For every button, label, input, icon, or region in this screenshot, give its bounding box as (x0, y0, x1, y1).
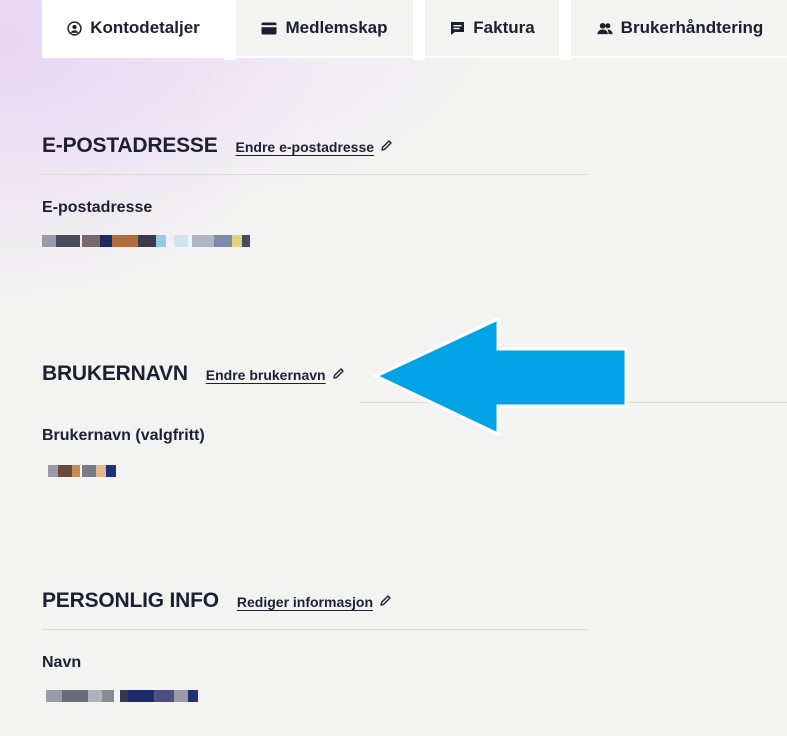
pencil-icon (374, 139, 393, 155)
tab-label: Kontodetaljer (90, 18, 200, 37)
arrow-annotation (372, 316, 628, 437)
change-username-label: Endre brukernavn (205, 367, 326, 383)
tab-label: Medlemskap (285, 18, 388, 37)
tab-kontodetaljer[interactable]: Kontodetaljer (42, 0, 224, 58)
users-icon (597, 20, 613, 36)
receipt-icon (449, 20, 465, 36)
change-email-label: Endre e-postadresse (235, 139, 375, 155)
tab-divider (224, 0, 236, 60)
personal-info-section: PERSONLIG INFO Rediger informasjon Navn (42, 589, 588, 702)
pencil-icon (373, 594, 392, 610)
redacted-email-value (42, 235, 588, 247)
field-label: Navn (42, 654, 82, 671)
section-title: BRUKERNAVN (42, 362, 188, 385)
pencil-icon (326, 367, 345, 383)
tab-brukerhandtering[interactable]: Brukerhåndtering (571, 0, 787, 58)
account-tabs: Kontodetaljer Medlemskap Faktura Brukerh… (42, 0, 787, 60)
divider (42, 174, 588, 175)
change-email-link[interactable]: Endre e-postadresse (236, 139, 394, 155)
redacted-name-value (42, 690, 588, 702)
tab-label: Faktura (473, 18, 535, 37)
edit-information-link[interactable]: Rediger informasjon (237, 594, 392, 610)
tab-label: Brukerhåndtering (620, 18, 764, 37)
tab-divider (413, 0, 425, 60)
tab-faktura[interactable]: Faktura (425, 0, 559, 58)
user-circle-icon (66, 20, 82, 36)
credit-card-icon (261, 20, 277, 36)
edit-information-label: Rediger informasjon (236, 594, 374, 610)
change-username-link[interactable]: Endre brukernavn (206, 367, 345, 383)
field-label: E-postadresse (42, 199, 153, 216)
redacted-username-value (42, 465, 588, 477)
section-title: PERSONLIG INFO (42, 589, 219, 612)
tab-medlemskap[interactable]: Medlemskap (236, 0, 413, 58)
tab-divider (559, 0, 571, 60)
section-title: E-POSTADRESSE (42, 134, 218, 157)
divider (42, 629, 588, 630)
email-section: E-POSTADRESSE Endre e-postadresse E-post… (42, 134, 588, 247)
